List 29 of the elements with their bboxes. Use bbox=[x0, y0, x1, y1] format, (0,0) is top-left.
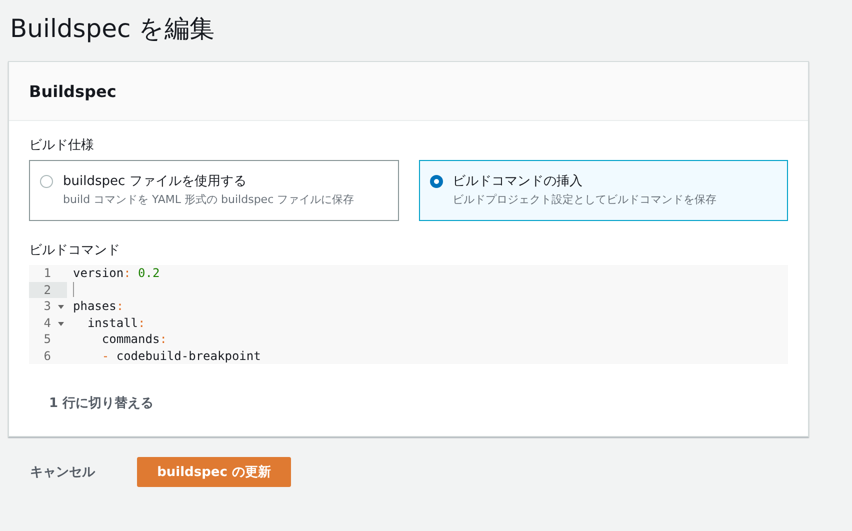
radio-option[interactable]: ビルドコマンドの挿入 ビルドプロジェクト設定としてビルドコマンドを保存 bbox=[418, 160, 788, 221]
code-editor[interactable]: 1 version: 0.2 2 3 phases: 4 install: 5 commands: 6 - codebuild-breakpoint bbox=[29, 265, 788, 364]
code-line: - codebuild-breakpoint bbox=[100, 348, 261, 363]
fold-caret-icon[interactable] bbox=[58, 322, 64, 326]
option-label: ビルドコマンドの挿入 bbox=[452, 173, 584, 190]
line-number: 5 bbox=[42, 331, 52, 348]
line-number: 6 bbox=[42, 348, 52, 364]
fold-caret-icon[interactable] bbox=[58, 305, 64, 309]
page-title: Buildspec を編集 bbox=[9, 13, 216, 45]
text-cursor bbox=[73, 282, 74, 298]
cancel-button[interactable]: キャンセル bbox=[30, 459, 95, 485]
line-number: 2 bbox=[29, 282, 67, 298]
card-title: Buildspec bbox=[29, 82, 116, 100]
line-number: 1 bbox=[42, 265, 52, 282]
code-line: commands: bbox=[100, 332, 167, 346]
radio-button[interactable] bbox=[40, 175, 53, 188]
code-line: install: bbox=[86, 316, 146, 330]
code-line: phases: bbox=[72, 299, 124, 314]
code-line: version: 0.2 bbox=[72, 266, 160, 280]
field-label: ビルド仕様 bbox=[29, 137, 95, 154]
toggle-link[interactable]: 1 行に切り替える bbox=[49, 394, 154, 412]
option-description: build コマンドを YAML 形式の buildspec ファイルに保存 bbox=[63, 192, 354, 207]
option-description: ビルドプロジェクト設定としてビルドコマンドを保存 bbox=[452, 192, 716, 207]
option-label: buildspec ファイルを使用する bbox=[63, 173, 248, 190]
line-number: 4 bbox=[29, 314, 67, 331]
radio-button[interactable] bbox=[430, 175, 442, 188]
field-label: ビルドコマンド bbox=[29, 242, 121, 259]
radio-option[interactable]: buildspec ファイルを使用する build コマンドを YAML 形式の buildspec ファイルに保存 bbox=[29, 160, 398, 221]
line-number: 3 bbox=[29, 298, 67, 314]
